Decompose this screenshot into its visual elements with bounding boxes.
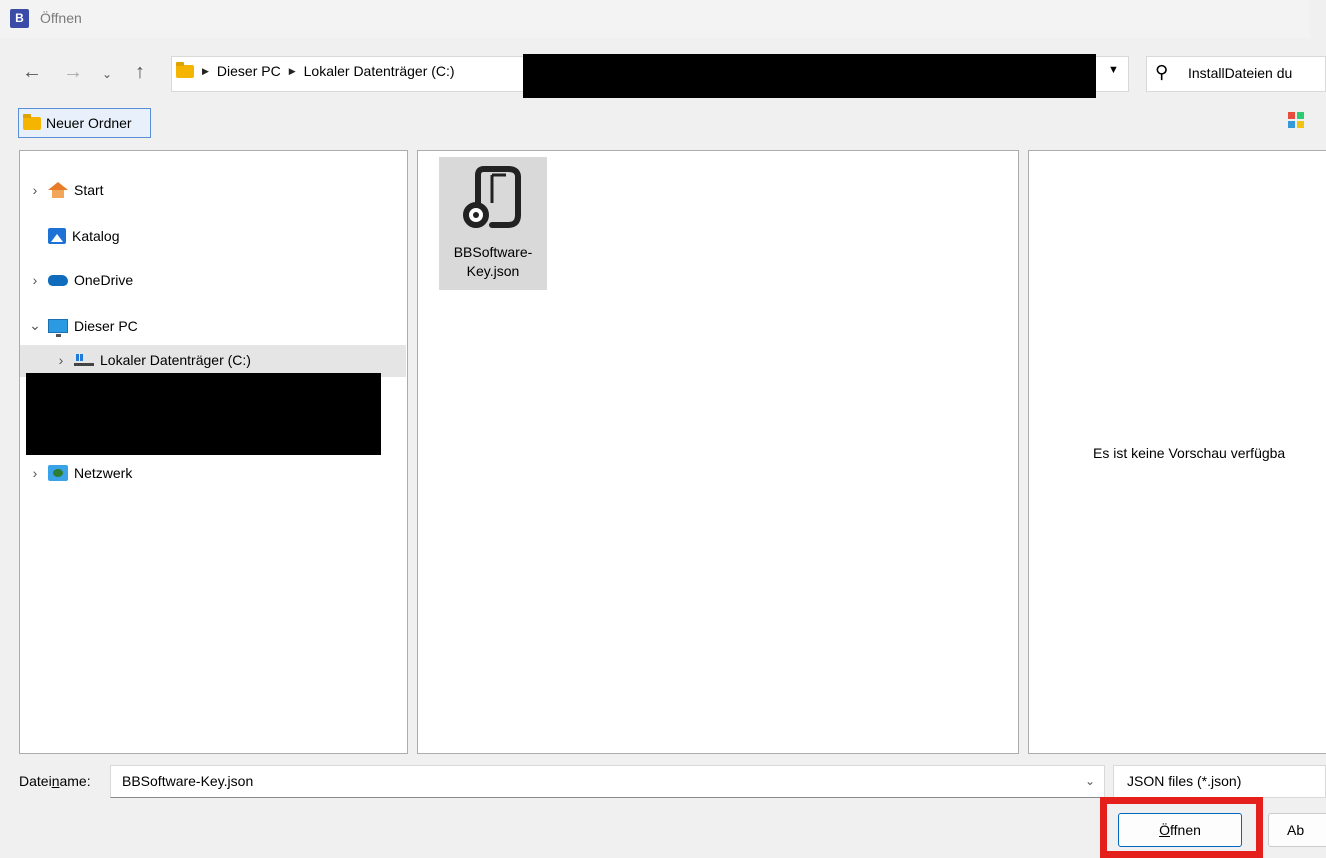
no-preview-text: Es ist keine Vorschau verfügba: [1093, 445, 1286, 461]
chevron-right-icon[interactable]: ›: [28, 182, 42, 198]
filename-label: Dateiname:: [19, 773, 91, 789]
chevron-down-icon[interactable]: ⌄: [28, 317, 42, 334]
chevron-right-icon[interactable]: ›: [28, 465, 42, 481]
sidebar-item-label: Start: [74, 182, 104, 198]
sidebar-item-label: Netzwerk: [74, 465, 133, 481]
redacted-path: [523, 54, 1096, 98]
search-icon: ⚲: [1155, 62, 1169, 82]
sidebar-item-netzwerk[interactable]: › Netzwerk: [28, 465, 132, 481]
sidebar-item-label: Katalog: [72, 228, 120, 244]
recent-locations-chevron-icon[interactable]: ⌄: [102, 62, 112, 86]
window-title: Öffnen: [40, 10, 82, 26]
filename-value[interactable]: BBSoftware-Key.json: [122, 773, 253, 789]
new-folder-button[interactable]: Neuer Ordner: [18, 108, 151, 138]
cloud-icon: [48, 274, 68, 286]
breadcrumb-dieser-pc[interactable]: Dieser PC: [217, 63, 281, 79]
filename-label-part: ame:: [59, 773, 91, 789]
chevron-right-icon[interactable]: ›: [54, 352, 68, 368]
file-name-line-2: Key.json: [466, 263, 520, 279]
sidebar-item-label: OneDrive: [74, 272, 134, 288]
home-icon: [48, 182, 68, 198]
network-icon: [48, 465, 68, 481]
back-arrow-icon[interactable]: ←: [22, 60, 42, 84]
chevron-right-icon[interactable]: ›: [28, 272, 42, 288]
up-arrow-icon[interactable]: ↑: [135, 60, 145, 84]
annotation-highlight-box: [1100, 797, 1263, 858]
filename-label-part: Datei: [19, 773, 52, 789]
cancel-button[interactable]: Ab: [1268, 813, 1326, 847]
forward-arrow-icon[interactable]: →: [63, 60, 83, 84]
json-file-icon: [463, 166, 521, 228]
search-placeholder: InstallDateien du: [1188, 65, 1293, 81]
redacted-tree-items: [26, 373, 381, 455]
title-bar: [0, 0, 1310, 38]
file-name-label: BBSoftware- Key.json: [439, 243, 547, 281]
file-name-line-1: BBSoftware-: [453, 244, 533, 260]
sidebar-item-start[interactable]: › Start: [28, 182, 104, 198]
breadcrumb: ▶ Dieser PC ▶ Lokaler Datenträger (C:): [176, 61, 455, 79]
folder-icon: [23, 113, 41, 130]
breadcrumb-separator-icon[interactable]: ▶: [202, 66, 209, 77]
folder-icon: [176, 61, 194, 78]
sidebar-item-label: Dieser PC: [74, 317, 138, 334]
view-options-icon[interactable]: [1288, 112, 1304, 128]
new-folder-label: Neuer Ordner: [46, 115, 132, 131]
drive-icon: [74, 354, 94, 366]
filename-input[interactable]: [110, 765, 1105, 798]
file-type-value: JSON files (*.json): [1127, 773, 1242, 789]
app-icon: B: [10, 9, 29, 28]
sidebar-item-local-drive[interactable]: › Lokaler Datenträger (C:): [54, 352, 251, 368]
breadcrumb-local-drive[interactable]: Lokaler Datenträger (C:): [304, 63, 455, 79]
sidebar-item-onedrive[interactable]: › OneDrive: [28, 272, 133, 288]
address-dropdown-icon[interactable]: ▼: [1108, 64, 1119, 76]
gallery-icon: [48, 228, 66, 244]
sidebar-item-dieser-pc[interactable]: ⌄ Dieser PC: [28, 317, 138, 337]
sidebar-item-katalog[interactable]: Katalog: [28, 228, 119, 244]
breadcrumb-separator-icon[interactable]: ▶: [289, 66, 296, 77]
sidebar-item-label: Lokaler Datenträger (C:): [100, 352, 251, 368]
monitor-icon: [48, 318, 68, 337]
filename-dropdown-icon[interactable]: ⌄: [1085, 774, 1095, 788]
